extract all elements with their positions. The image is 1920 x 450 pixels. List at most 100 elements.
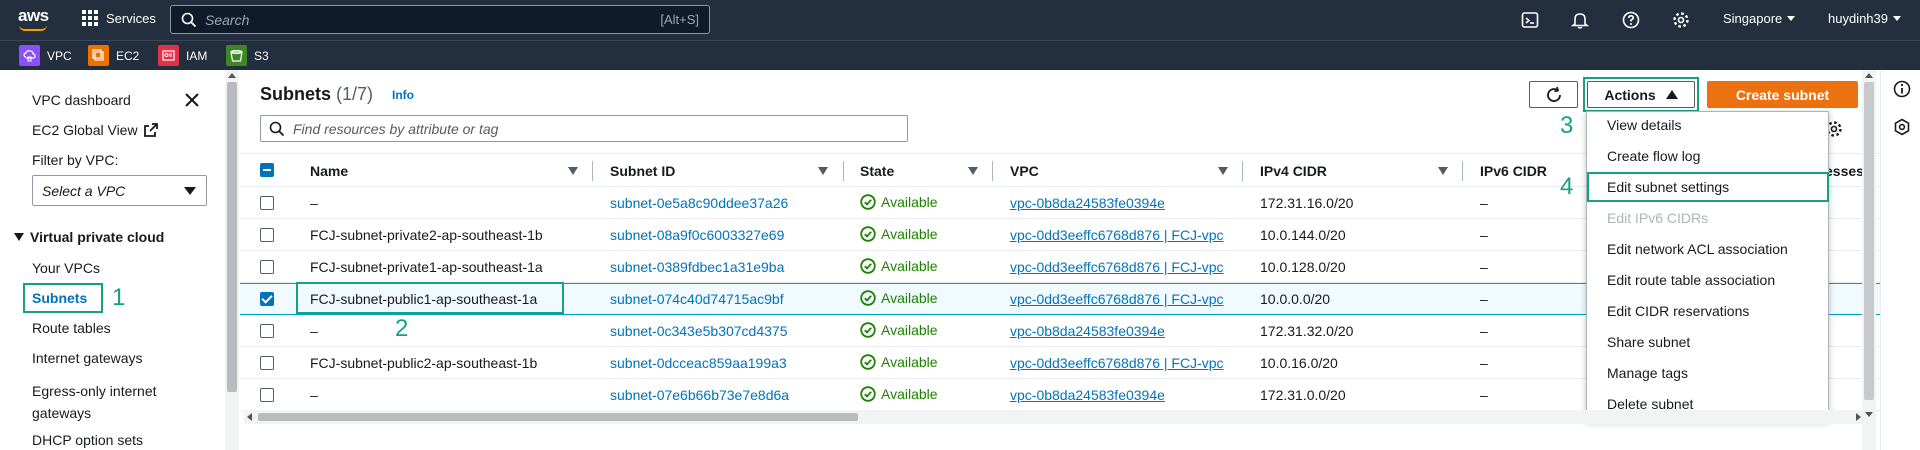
main-vertical-scrollbar[interactable] (1862, 70, 1876, 450)
column-resizer[interactable] (592, 161, 593, 181)
column-header-ipv4-cidr[interactable]: IPv4 CIDR (1260, 163, 1327, 179)
menu-item-view-details[interactable]: View details (1607, 117, 1681, 133)
gear-icon[interactable] (1671, 10, 1691, 30)
column-resizer[interactable] (843, 161, 844, 181)
cell-vpc[interactable]: vpc-0dd3eeffc6768d876 | FCJ-vpc (1010, 291, 1224, 307)
favorite-iam[interactable]: IAM (158, 45, 207, 66)
sidebar-item-ec2-global-view[interactable]: EC2 Global View (32, 122, 158, 138)
cell-vpc[interactable]: vpc-0b8da24583fe0394e (1010, 387, 1165, 403)
sidebar-item-dhcp-option-sets[interactable]: DHCP option sets (32, 432, 143, 448)
column-header-name[interactable]: Name (310, 163, 348, 179)
favorite-s3[interactable]: S3 (226, 45, 269, 66)
cell-subnet-id[interactable]: subnet-074c40d74715ac9bf (610, 291, 784, 307)
cell-subnet-id[interactable]: subnet-0c343e5b307cd4375 (610, 323, 788, 339)
scroll-down-arrow-icon[interactable] (1865, 412, 1873, 417)
cell-ipv4-cidr: 172.31.32.0/20 (1260, 323, 1354, 339)
filter-by-vpc-select[interactable]: Select a VPC (32, 175, 207, 206)
info-circle-icon[interactable] (1893, 80, 1911, 98)
cell-subnet-id[interactable]: subnet-0dcceac859aa199a3 (610, 355, 787, 371)
scroll-left-arrow-icon[interactable] (247, 413, 252, 421)
column-header-vpc[interactable]: VPC (1010, 163, 1039, 179)
grid-icon (82, 10, 98, 26)
cell-subnet-id[interactable]: subnet-07e6b66b73e7e8d6a (610, 387, 789, 403)
scroll-up-arrow-icon[interactable] (1865, 73, 1873, 78)
sidebar-item-route-tables[interactable]: Route tables (32, 320, 111, 336)
cell-name: FCJ-subnet-private2-ap-southeast-1b (310, 227, 543, 243)
cell-vpc[interactable]: vpc-0dd3eeffc6768d876 | FCJ-vpc (1010, 259, 1224, 275)
cell-subnet-id[interactable]: subnet-0e5a8c90ddee37a26 (610, 195, 788, 211)
column-header-ipv6-cidr[interactable]: IPv6 CIDR (1480, 163, 1547, 179)
table-horizontal-scrollbar[interactable] (244, 410, 1864, 424)
sidebar-item-label: EC2 Global View (32, 122, 138, 138)
scroll-up-arrow-icon[interactable] (228, 73, 236, 78)
sidebar-item-your-vpcs[interactable]: Your VPCs (32, 260, 100, 276)
menu-item-edit-route-table-association[interactable]: Edit route table association (1607, 272, 1775, 288)
cell-vpc[interactable]: vpc-0b8da24583fe0394e (1010, 195, 1165, 211)
column-header-state[interactable]: State (860, 163, 894, 179)
scrollbar-thumb[interactable] (1864, 82, 1874, 400)
find-resources-box[interactable] (260, 115, 908, 142)
favorite-vpc[interactable]: VPC (19, 45, 72, 66)
create-subnet-button[interactable]: Create subnet (1707, 81, 1858, 108)
row-checkbox[interactable] (260, 196, 274, 210)
sort-icon[interactable] (818, 167, 828, 175)
check-circle-icon (860, 354, 876, 370)
close-icon[interactable] (184, 92, 200, 108)
select-all-checkbox[interactable] (260, 163, 274, 177)
row-checkbox[interactable] (260, 356, 274, 370)
row-checkbox[interactable] (260, 324, 274, 338)
cell-subnet-id[interactable]: subnet-0389fdbec1a31e9ba (610, 259, 784, 275)
sort-icon[interactable] (1218, 167, 1228, 175)
region-selector[interactable]: Singapore (1723, 11, 1796, 26)
hexagon-settings-icon[interactable] (1893, 118, 1911, 136)
row-checkbox[interactable] (260, 388, 274, 402)
sidebar-item-vpc-dashboard[interactable]: VPC dashboard (32, 92, 131, 108)
sort-icon[interactable] (1438, 167, 1448, 175)
cloudshell-icon[interactable] (1520, 10, 1540, 30)
cell-ipv4-cidr: 10.0.144.0/20 (1260, 227, 1346, 243)
cell-name: FCJ-subnet-public2-ap-southeast-1b (310, 355, 538, 371)
s3-service-icon (226, 45, 247, 66)
scrollbar-thumb[interactable] (258, 413, 858, 421)
global-search-box[interactable]: [Alt+S] (170, 5, 710, 34)
sort-icon[interactable] (968, 167, 978, 175)
aws-logo-text: aws (18, 6, 49, 25)
column-resizer[interactable] (1462, 161, 1463, 181)
menu-item-edit-cidr-reservations[interactable]: Edit CIDR reservations (1607, 303, 1749, 319)
global-search-input[interactable] (205, 11, 661, 28)
sidebar-item-egress-only-internet-gateways[interactable]: Egress-only internet gateways (32, 380, 157, 424)
sidebar-item-internet-gateways[interactable]: Internet gateways (32, 350, 143, 366)
scroll-right-arrow-icon[interactable] (1856, 413, 1861, 421)
info-link[interactable]: Info (392, 88, 414, 102)
column-resizer[interactable] (992, 161, 993, 181)
caret-down-icon (184, 187, 196, 195)
help-icon[interactable] (1621, 10, 1641, 30)
sidebar-section-virtual-private-cloud[interactable]: Virtual private cloud (14, 229, 164, 245)
row-checkbox[interactable] (260, 228, 274, 242)
menu-item-manage-tags[interactable]: Manage tags (1607, 365, 1688, 381)
refresh-button[interactable] (1529, 81, 1578, 108)
cell-vpc[interactable]: vpc-0b8da24583fe0394e (1010, 323, 1165, 339)
column-header-truncated[interactable]: esses (1825, 163, 1864, 179)
cell-vpc[interactable]: vpc-0dd3eeffc6768d876 | FCJ-vpc (1010, 227, 1224, 243)
cell-subnet-id[interactable]: subnet-08a9f0c6003327e69 (610, 227, 784, 243)
sort-icon[interactable] (568, 167, 578, 175)
annotation-highlight-actions (1583, 77, 1699, 112)
column-header-subnet-id[interactable]: Subnet ID (610, 163, 675, 179)
menu-item-share-subnet[interactable]: Share subnet (1607, 334, 1690, 350)
aws-logo[interactable]: aws (18, 6, 50, 32)
sidebar-scrollbar[interactable] (225, 70, 239, 450)
menu-item-create-flow-log[interactable]: Create flow log (1607, 148, 1700, 164)
scrollbar-thumb[interactable] (227, 82, 237, 392)
account-menu[interactable]: huydinh39 (1828, 11, 1901, 26)
find-resources-input[interactable] (293, 120, 907, 137)
bell-icon[interactable] (1570, 10, 1590, 30)
column-resizer[interactable] (1242, 161, 1243, 181)
row-checkbox[interactable] (260, 292, 274, 306)
favorite-ec2[interactable]: EC2 (88, 45, 139, 66)
menu-item-edit-network-acl-association[interactable]: Edit network ACL association (1607, 241, 1788, 257)
services-menu-button[interactable]: Services (82, 10, 156, 26)
row-checkbox[interactable] (260, 260, 274, 274)
aws-logo-smile (19, 25, 47, 31)
cell-vpc[interactable]: vpc-0dd3eeffc6768d876 | FCJ-vpc (1010, 355, 1224, 371)
